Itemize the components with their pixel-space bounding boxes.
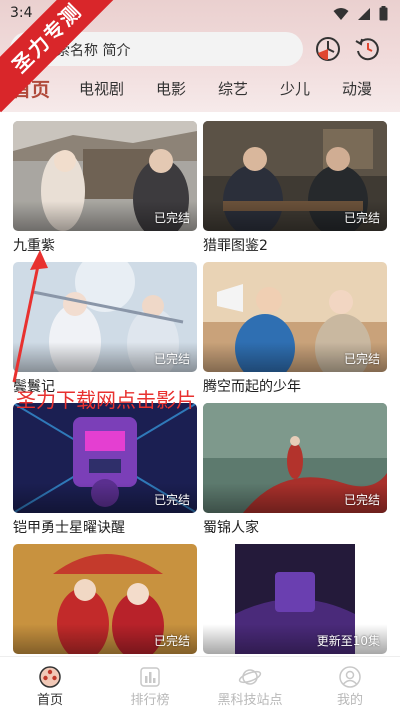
nav-ranking-label: 排行榜 — [130, 693, 170, 708]
user-icon — [339, 666, 361, 688]
tab-movies[interactable]: 电影 — [156, 78, 186, 99]
nav-tech-sites-label: 黑科技站点 — [217, 693, 283, 708]
nav-tech-sites[interactable]: 黑科技站点 — [200, 657, 300, 712]
status-badge: 已完结 — [153, 493, 190, 507]
video-title: 猎罪图鉴2 — [203, 238, 268, 254]
clock-icon — [316, 37, 340, 61]
video-card[interactable]: 更新至10集 — [203, 544, 387, 656]
history-icon — [355, 38, 379, 61]
status-time: 3:4 — [10, 5, 33, 21]
video-card[interactable]: 已完结 鬓鬟记 — [13, 262, 197, 396]
status-badge: 已完结 — [153, 352, 190, 366]
nav-profile-label: 我的 — [336, 693, 363, 708]
nav-profile[interactable]: 我的 — [300, 657, 400, 712]
film-reel-icon — [39, 666, 61, 688]
category-tabs: 首页 电视剧 电影 综艺 少儿 动漫 — [0, 74, 400, 106]
poster-thumbnail: 已完结 — [203, 403, 387, 513]
video-card[interactable]: 已完结 — [13, 544, 197, 656]
status-badge: 已完结 — [343, 211, 380, 225]
nav-ranking[interactable]: 排行榜 — [100, 657, 200, 712]
video-title: 蜀锦人家 — [203, 520, 259, 536]
tab-anime[interactable]: 动漫 — [342, 78, 372, 99]
bar-chart-icon — [140, 667, 160, 687]
tab-variety[interactable]: 综艺 — [218, 78, 248, 99]
video-title: 九重紫 — [13, 238, 55, 254]
poster-thumbnail: 已完结 — [13, 403, 197, 513]
video-card[interactable]: 已完结 九重紫 — [13, 121, 197, 255]
poster-thumbnail: 已完结 — [203, 262, 387, 372]
status-badge: 已完结 — [343, 493, 380, 507]
poster-thumbnail: 更新至10集 — [203, 544, 387, 654]
status-badge: 更新至10集 — [316, 634, 380, 648]
video-card[interactable]: 已完结 蜀锦人家 — [203, 403, 387, 537]
watermark-text: 圣力下载网点击影片 — [16, 388, 196, 412]
status-badge: 已完结 — [153, 634, 190, 648]
poster-thumbnail: 已完结 — [13, 262, 197, 372]
watch-record-button[interactable] — [354, 35, 382, 63]
video-title: 腾空而起的少年 — [203, 379, 301, 395]
wifi-icon — [333, 7, 349, 21]
video-card[interactable]: 已完结 猎罪图鉴2 — [203, 121, 387, 255]
poster-thumbnail: 已完结 — [13, 121, 197, 231]
video-title: 铠甲勇士星曜诀醒 — [13, 520, 125, 536]
nav-home-label: 首页 — [36, 693, 63, 708]
video-card[interactable]: 已完结 腾空而起的少年 — [203, 262, 387, 396]
tab-kids[interactable]: 少儿 — [280, 78, 310, 99]
planet-icon — [238, 669, 262, 685]
poster-thumbnail: 已完结 — [203, 121, 387, 231]
nav-home[interactable]: 首页 — [0, 657, 100, 712]
tab-tv-series[interactable]: 电视剧 — [79, 78, 124, 99]
history-button[interactable] — [314, 35, 342, 63]
bottom-nav: 首页 排行榜 黑科技站点 我的 — [0, 656, 400, 712]
video-card[interactable]: 已完结 铠甲勇士星曜诀醒 — [13, 403, 197, 537]
battery-icon — [379, 6, 388, 21]
status-badge: 已完结 — [343, 352, 380, 366]
status-badge: 已完结 — [153, 211, 190, 225]
signal-icon — [357, 7, 371, 21]
poster-thumbnail: 已完结 — [13, 544, 197, 654]
